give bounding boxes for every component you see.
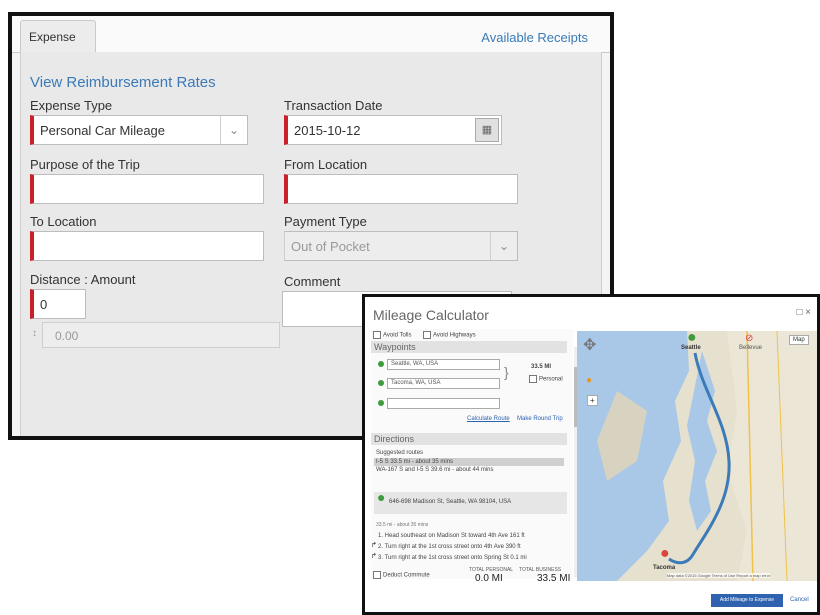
waypoint-marker-icon: [378, 361, 384, 367]
deduct-commute-option[interactable]: Deduct Commute: [373, 571, 430, 579]
zoom-in-icon[interactable]: +: [587, 395, 598, 406]
tab-bar: Expense Available Receipts: [12, 16, 610, 53]
view-rates-link[interactable]: View Reimbursement Rates: [30, 74, 216, 91]
map-canvas: [577, 331, 817, 581]
total-personal-value: 0.0 MI: [475, 573, 503, 584]
chevron-down-icon: ⌄: [490, 232, 517, 260]
link-icon: ↕: [32, 328, 37, 339]
checkbox-icon[interactable]: [423, 331, 431, 339]
mileage-calculator-title: Mileage Calculator: [373, 307, 489, 323]
waypoint-2-input[interactable]: Tacoma, WA, USA: [387, 378, 500, 389]
map-attribution: Map data ©2015 Google Terms of Use Repor…: [667, 573, 771, 578]
transaction-date-label: Transaction Date: [284, 98, 383, 113]
comment-label: Comment: [284, 274, 341, 289]
route-panel: Avoid Tolls Avoid Highways Waypoints Sea…: [371, 329, 580, 584]
waypoint-1-input[interactable]: Seattle, WA, USA: [387, 359, 500, 370]
purpose-field[interactable]: [30, 174, 264, 204]
calculate-route-link[interactable]: Calculate Route: [467, 416, 510, 422]
to-location-label: To Location: [30, 214, 97, 229]
personal-label: Personal: [539, 376, 563, 383]
map-type-select[interactable]: Map: [789, 335, 809, 345]
personal-option[interactable]: Personal: [529, 375, 563, 383]
transaction-date-value: 2015-10-12: [294, 123, 361, 138]
tab-expense[interactable]: Expense: [20, 20, 96, 52]
avoid-highways-option[interactable]: Avoid Highways: [423, 331, 476, 339]
to-location-field[interactable]: [30, 231, 264, 261]
start-address: 646-698 Madison St, Seattle, WA 98104, U…: [389, 499, 512, 505]
distance-field[interactable]: 0: [30, 289, 86, 319]
map-pin-icon: ●: [660, 545, 670, 562]
add-mileage-button[interactable]: Add Mileage to Expense: [711, 594, 783, 607]
direction-step: 3. Turn right at the 1st cross street on…: [378, 555, 527, 561]
available-receipts-link[interactable]: Available Receipts: [481, 30, 588, 45]
direction-step: 2. Turn right at the 1st cross street on…: [378, 544, 521, 550]
payment-type-value: Out of Pocket: [291, 239, 370, 254]
waypoint-marker-icon: [378, 380, 384, 386]
suggested-routes-label: Suggested routes: [376, 450, 424, 456]
purpose-label: Purpose of the Trip: [30, 157, 140, 172]
amount-field: 0.00: [42, 322, 280, 348]
map-label-tacoma: Tacoma: [653, 565, 676, 571]
expense-type-value: Personal Car Mileage: [40, 123, 166, 138]
mileage-calculator-dialog: Mileage Calculator □ × Avoid Tolls Avoid…: [362, 294, 820, 615]
calendar-icon[interactable]: ▦: [475, 118, 499, 142]
cancel-link[interactable]: Cancel: [790, 597, 809, 603]
direction-step: 1. Head southeast on Madison St toward 4…: [378, 533, 525, 539]
chevron-down-icon[interactable]: ⌄: [220, 116, 247, 144]
directions-header: Directions: [371, 433, 567, 445]
expense-type-label: Expense Type: [30, 98, 113, 113]
checkbox-icon[interactable]: [373, 571, 381, 579]
map-label-bellevue: Bellevue: [739, 345, 763, 351]
turn-right-icon: ↱: [371, 542, 377, 549]
segment-distance: 33.5 MI: [531, 364, 552, 370]
checkbox-icon[interactable]: [529, 375, 537, 383]
pan-control-icon[interactable]: ✥: [583, 335, 596, 355]
map-pin-icon: ●: [377, 489, 386, 505]
avoid-tolls-label: Avoid Tolls: [383, 332, 412, 339]
payment-type-select: Out of Pocket ⌄: [284, 231, 518, 261]
waypoint-marker-icon: [378, 400, 384, 406]
from-location-label: From Location: [284, 157, 368, 172]
transaction-date-field[interactable]: 2015-10-12 ▦: [284, 115, 502, 145]
window-controls[interactable]: □ ×: [796, 307, 811, 318]
avoid-tolls-option[interactable]: Avoid Tolls: [373, 331, 411, 339]
avoid-highways-label: Avoid Highways: [433, 332, 476, 339]
route-option-1[interactable]: I-5 S 33.5 mi - about 35 mins: [376, 459, 453, 465]
expense-type-select[interactable]: Personal Car Mileage ⌄: [30, 115, 248, 145]
distance-amount-label: Distance : Amount: [30, 272, 136, 287]
route-option-2[interactable]: WA-167 S and I-5 S 39.6 mi - about 44 mi…: [376, 467, 494, 473]
deduct-commute-label: Deduct Commute: [383, 572, 430, 579]
make-round-trip-link[interactable]: Make Round Trip: [517, 416, 563, 422]
bracket-icon: }: [504, 364, 509, 380]
pegman-icon[interactable]: ●: [586, 375, 592, 386]
waypoint-3-input[interactable]: [387, 398, 500, 409]
route-map[interactable]: ✥ ● + ● Seattle Bellevue ● Tacoma Map ⊘ …: [577, 331, 817, 581]
no-entry-icon: ⊘: [745, 333, 754, 344]
payment-type-label: Payment Type: [284, 214, 367, 229]
total-business-value: 33.5 MI: [537, 573, 571, 584]
leg-summary: 33.5 mi - about 35 mins: [376, 522, 429, 528]
map-label-seattle: Seattle: [681, 345, 701, 351]
waypoints-header: Waypoints: [371, 341, 567, 353]
checkbox-icon[interactable]: [373, 331, 381, 339]
turn-right-icon: ↱: [371, 553, 377, 560]
from-location-field[interactable]: [284, 174, 518, 204]
